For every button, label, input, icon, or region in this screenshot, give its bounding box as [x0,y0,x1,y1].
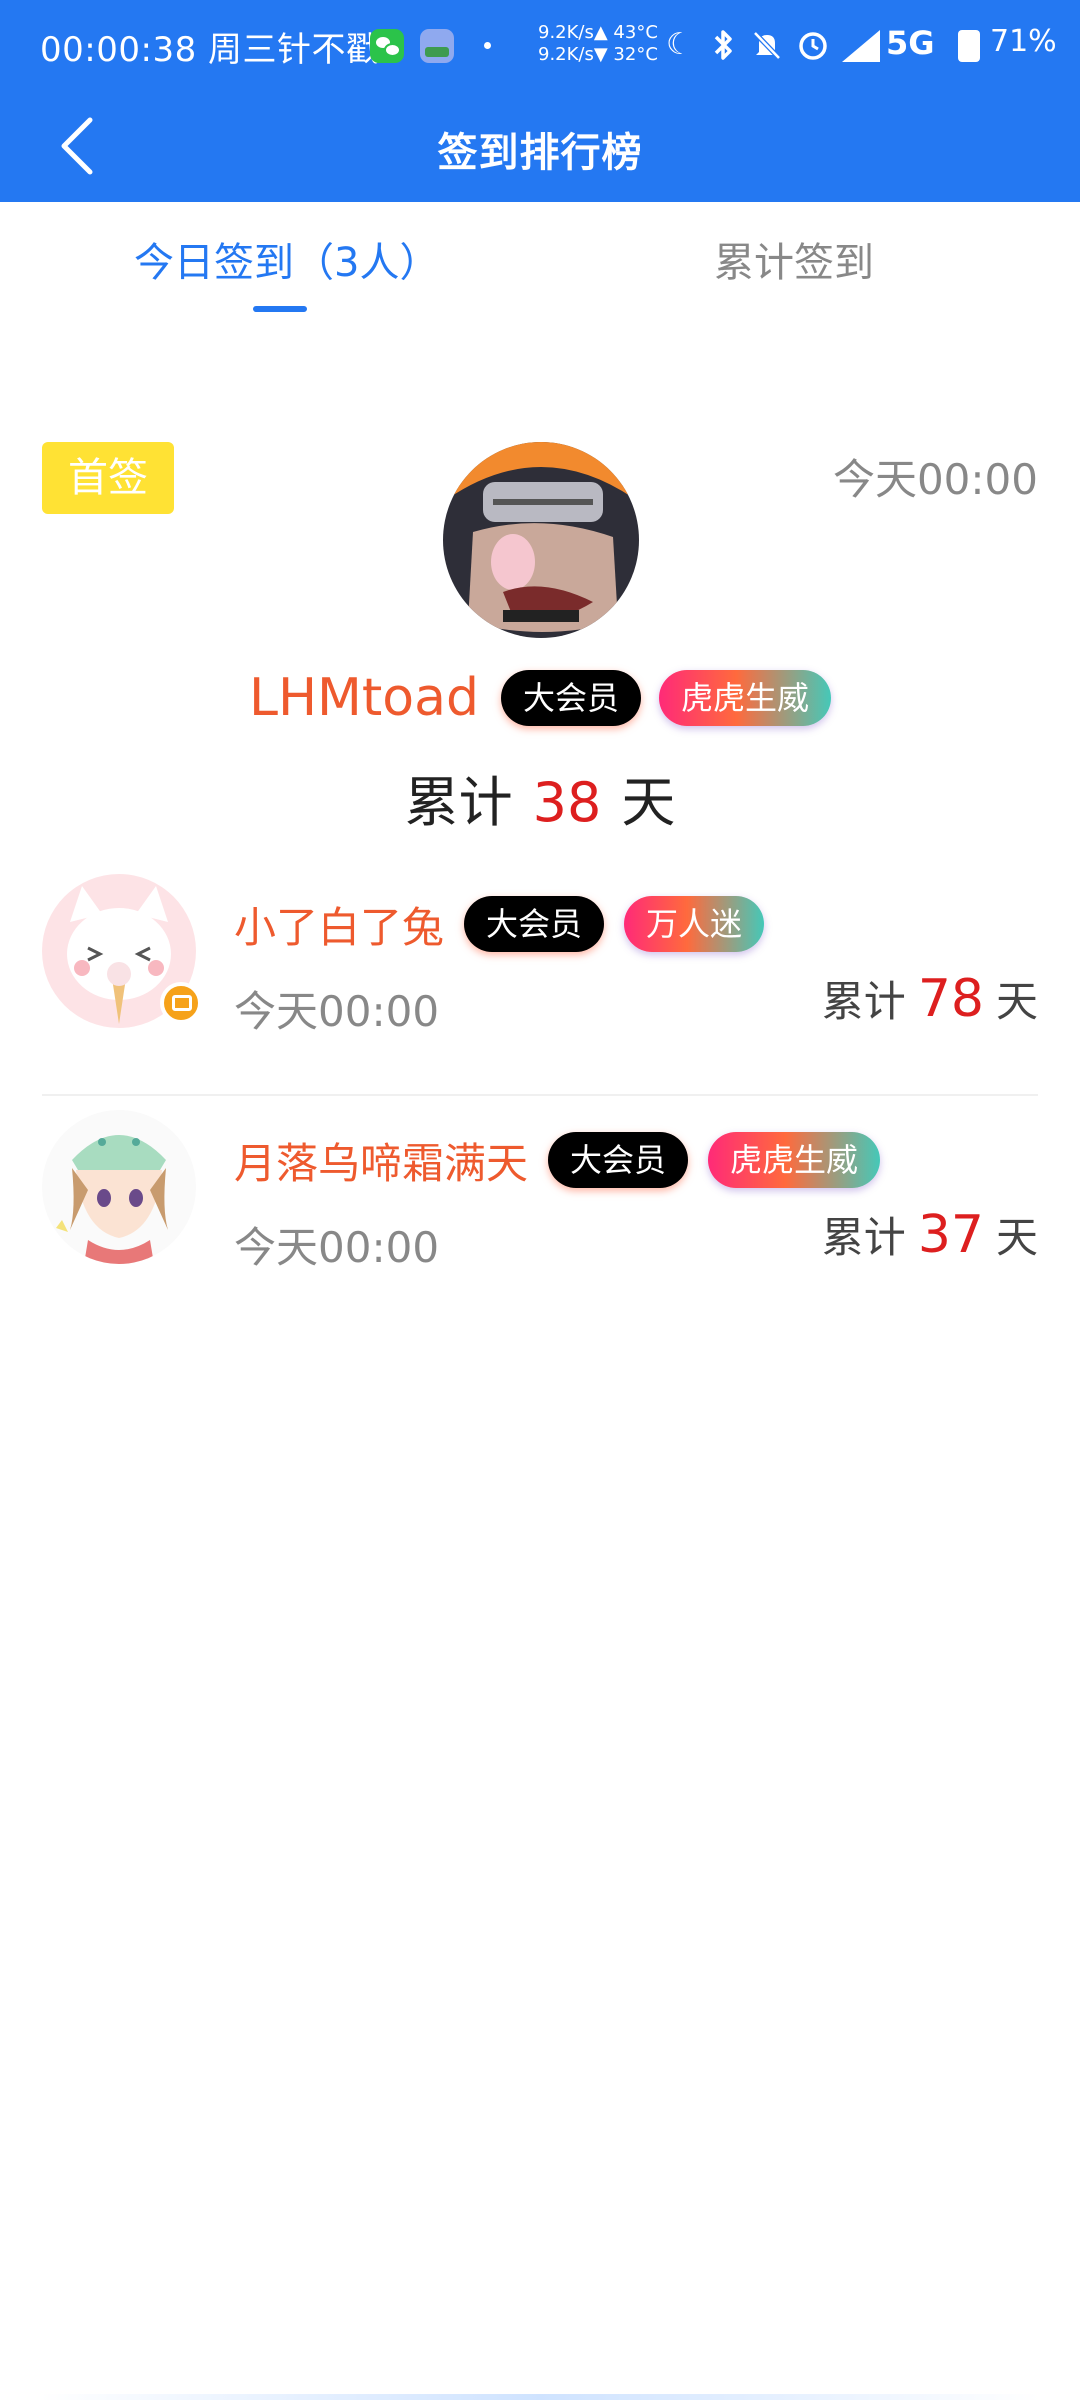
tab-today-signin[interactable]: 今日签到（3人） [134,230,439,288]
network-upload-speed: 9.2K/s▲ 43°C [538,22,658,43]
total-suffix: 天 [621,771,676,834]
vip-tag: 大会员 [500,670,641,726]
total-prefix: 累计 [404,771,513,834]
total-days: 累计 78 天 [822,968,1038,1029]
network-type: 5G [886,24,935,62]
title-tag: 虎虎生威 [708,1132,881,1188]
status-time: 00:00:38 周三针不戳 [40,30,381,70]
signin-time: 今天00:00 [234,1223,440,1272]
vip-diamond-icon [160,982,202,1024]
tab-active-indicator [253,306,307,312]
network-speed: 9.2K/s▲ 43°C 9.2K/s▼ 32°C [538,22,658,66]
page-title: 签到排行榜 [437,130,643,176]
mute-bell-icon [750,28,784,62]
total-prefix: 累计 [821,1213,906,1262]
user-name-line: 月落乌啼霜满天 大会员 虎虎生威 [234,1130,881,1191]
cellular-signal-icon [842,30,880,62]
total-days-value: 38 [532,771,602,834]
do-not-disturb-moon-icon: ☾ [666,27,693,62]
tab-bar: 今日签到（3人） 累计签到 [0,202,1080,312]
app-notification-icon [420,29,454,63]
user-avatar[interactable] [42,1110,196,1264]
battery-icon [958,30,980,62]
status-bar: 00:00:38 周三针不戳 9.2K/s▲ 43°C 9.2K/s▼ 32°C… [0,0,1080,90]
vip-tag: 大会员 [464,896,605,952]
tab-total-signin[interactable]: 累计签到 [714,230,874,288]
more-notifications-dot-icon [484,42,491,49]
title-tag: 虎虎生威 [659,670,832,726]
battery-level: 71% [990,24,1057,59]
bluetooth-icon [708,28,738,62]
top-user-row: LHMtoad 大会员 虎虎生威 [0,666,1080,730]
title-bar: 签到排行榜 [0,90,1080,202]
network-download-speed: 9.2K/s▼ 32°C [538,44,658,65]
total-suffix: 天 [995,1213,1038,1262]
wechat-notification-icon [370,29,404,63]
avatar-image [42,1110,196,1264]
total-days-value: 37 [917,1205,984,1265]
total-prefix: 累计 [821,977,906,1026]
user-name[interactable]: 月落乌啼霜满天 [234,1130,528,1191]
user-name-line: 小了白了兔 大会员 万人迷 [234,894,765,955]
top-signin-time: 今天00:00 [832,455,1038,504]
list-item[interactable]: 小了白了兔 大会员 万人迷 今天00:00 累计 78 天 [0,860,1080,1100]
alarm-clock-icon [796,28,830,62]
bottom-gesture-hint [40,2394,1040,2400]
user-name[interactable]: 小了白了兔 [234,894,444,955]
first-signin-badge: 首签 [42,442,174,514]
vip-tag: 大会员 [548,1132,689,1188]
avatar-image [443,442,639,638]
top-user-avatar[interactable] [443,442,639,638]
total-days: 累计 37 天 [822,1204,1038,1265]
total-days-value: 78 [917,969,984,1029]
top-total-days: 累计 38 天 [0,758,1080,837]
signin-time: 今天00:00 [234,987,440,1036]
top-user-name[interactable]: LHMtoad [249,668,479,728]
title-tag: 万人迷 [624,896,765,952]
list-item[interactable]: 月落乌啼霜满天 大会员 虎虎生威 今天00:00 累计 37 天 [0,1096,1080,1336]
total-suffix: 天 [995,977,1038,1026]
